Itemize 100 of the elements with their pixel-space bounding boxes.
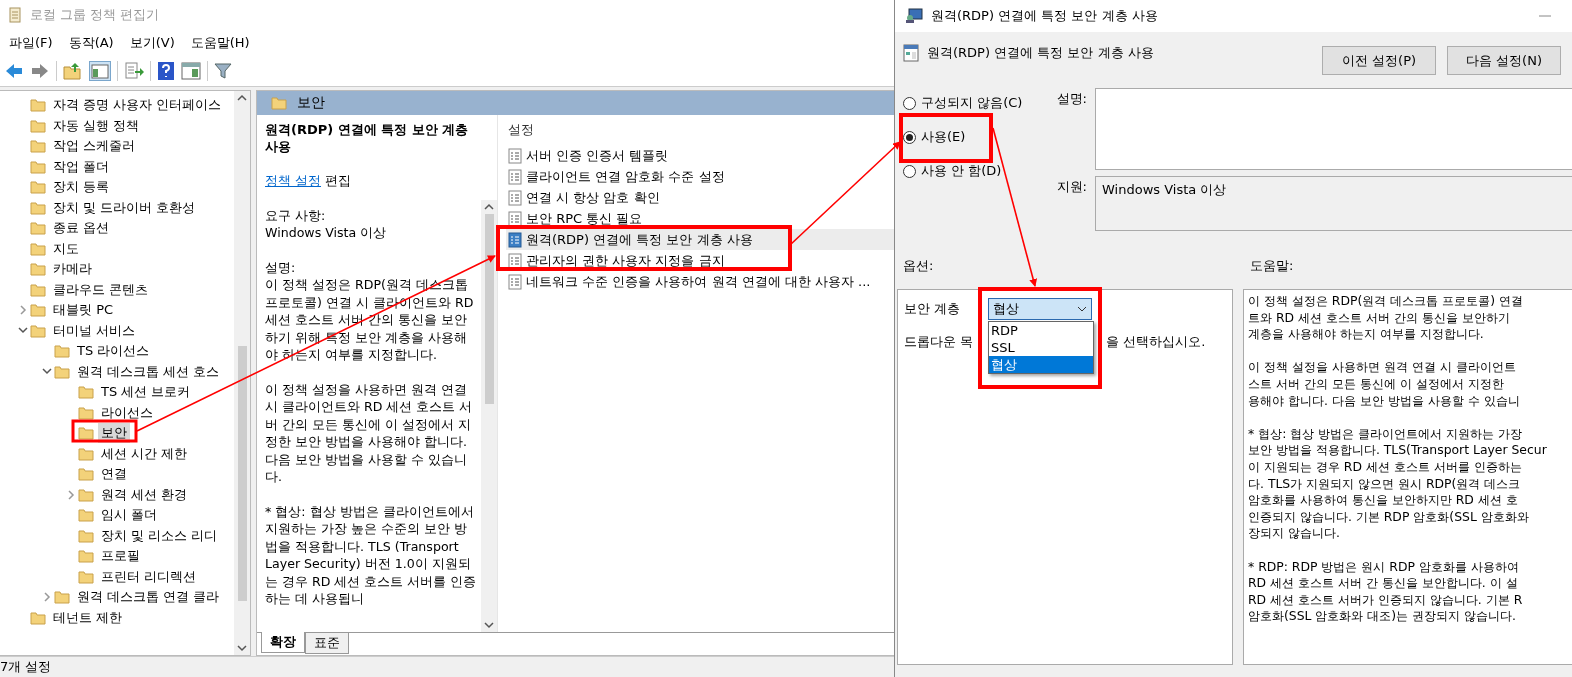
field-label: 설명: xyxy=(1055,90,1088,108)
dialog-title: 원격(RDP) 연결에 특정 보안 계층 사용 xyxy=(931,7,1159,25)
highlight-box xyxy=(71,419,138,443)
description-label: 설명: xyxy=(265,258,297,276)
tree-item[interactable]: 장치 및 드라이버 호환성 xyxy=(50,197,199,218)
view-tab[interactable]: 표준 xyxy=(305,633,349,654)
option-label: 보안 계층 xyxy=(904,300,962,318)
help-icon[interactable] xyxy=(157,61,175,81)
column-header[interactable]: 설정 xyxy=(508,121,894,139)
help-text: 이 정책 설정을 사용하면 원격 연결 시 클라이언트 xyxy=(1248,359,1517,376)
tree-item[interactable]: 자동 실행 정책 xyxy=(50,115,143,136)
radio-button[interactable] xyxy=(903,130,916,144)
tree-item[interactable]: 카메라 xyxy=(50,259,95,280)
folder-icon xyxy=(30,323,46,338)
field-label: 지원: xyxy=(1055,178,1088,196)
folder-icon xyxy=(78,508,94,523)
tree-item[interactable]: 테넌트 제한 xyxy=(50,607,126,628)
tree-item[interactable]: 프린터 리디렉션 xyxy=(98,566,200,587)
scroll-icon xyxy=(8,7,22,23)
setting-item[interactable]: 네트워크 수준 인증을 사용하여 원격 연결에 대한 사용자 ... xyxy=(506,271,894,292)
dropdown-option[interactable]: 협상 xyxy=(989,356,1093,373)
setting-item[interactable]: 원격(RDP) 연결에 특정 보안 계층 사용 xyxy=(506,229,894,250)
setting-item[interactable]: 관리자의 권한 사용자 지정을 금지 xyxy=(506,250,894,271)
tree-item[interactable]: 자격 증명 사용자 인터페이스 xyxy=(50,95,225,116)
radio-button[interactable] xyxy=(903,164,916,178)
expand-icon[interactable] xyxy=(43,592,51,603)
hint-text: 드롭다운 목 xyxy=(904,333,974,351)
tree-item[interactable]: TS 라이선스 xyxy=(74,341,153,362)
policy-title: 원격(RDP) 연결에 특정 보안 계층 사용 xyxy=(265,121,470,155)
tree-item[interactable]: 라이선스 xyxy=(98,402,156,423)
section-title: 보안 xyxy=(297,94,325,112)
folder-up-icon[interactable] xyxy=(63,62,83,80)
collapse-icon[interactable] xyxy=(18,327,28,335)
setting-label: 연결 시 항상 암호 확인 xyxy=(526,188,660,207)
expand-icon[interactable] xyxy=(67,489,75,500)
dropdown-option[interactable]: RDP xyxy=(989,322,1093,339)
filter-icon[interactable] xyxy=(214,62,232,80)
scrollbar-thumb[interactable] xyxy=(484,214,494,404)
description-text: * 협상: 협상 방법은 클라이언트에서 지원하는 가장 높은 수준의 보안 방법을 적용합니다. TLS (Transport Layer Security) 버전 1.0이 지원되는 경우 RD 세션 호스트 서버를 인증하는 데 사용됩니 xyxy=(265,502,477,608)
edit-label: 편집 xyxy=(325,173,352,188)
tree-item[interactable]: 태블릿 PC xyxy=(50,300,117,321)
collapse-icon[interactable] xyxy=(42,368,52,376)
pane-icon[interactable] xyxy=(181,62,201,80)
forward-icon[interactable] xyxy=(30,62,50,80)
tree-item[interactable]: 원격 데스크톱 세션 호스 xyxy=(74,361,223,382)
nav-button[interactable]: 이전 설정(P) xyxy=(1322,46,1436,75)
tree-item[interactable]: 장치 및 리소스 리디 xyxy=(98,525,221,546)
help-text: 인증되지 않습니다. 기본 RDP 암호화(SSL 암호화와 xyxy=(1248,508,1530,526)
tree-item[interactable]: 임시 폴더 xyxy=(98,505,161,526)
folder-icon xyxy=(30,98,46,113)
nav-button[interactable]: 다음 설정(N) xyxy=(1447,46,1561,75)
tree-item[interactable]: 세션 시간 제한 xyxy=(98,443,191,464)
folder-icon xyxy=(54,590,70,605)
tree-item[interactable]: 작업 스케줄러 xyxy=(50,136,139,157)
tree-item[interactable]: 종료 옵션 xyxy=(50,218,113,239)
setting-item[interactable]: 연결 시 항상 암호 확인 xyxy=(506,187,894,208)
tree-item[interactable]: TS 세션 브로커 xyxy=(98,382,194,403)
tree-item[interactable]: 원격 세션 환경 xyxy=(98,484,191,505)
export-icon[interactable] xyxy=(124,62,144,80)
setting-label: 보안 RPC 통신 필요 xyxy=(526,209,643,228)
tree-item[interactable]: 작업 폴더 xyxy=(50,156,113,177)
tree-item[interactable]: 원격 데스크톱 연결 클라 xyxy=(74,587,223,608)
scrollbar-thumb[interactable] xyxy=(237,346,247,601)
tree-item[interactable]: 프로필 xyxy=(98,546,143,567)
help-text: 장되지 않습니다. xyxy=(1248,525,1341,542)
tree-item[interactable]: 장치 등록 xyxy=(50,177,113,198)
menu-item[interactable]: 동작(A) xyxy=(61,32,121,54)
tree-item[interactable]: 지도 xyxy=(50,238,82,259)
setting-item[interactable]: 보안 RPC 통신 필요 xyxy=(506,208,894,229)
requirements-text: Windows Vista 이상 xyxy=(265,224,388,242)
expand-icon[interactable] xyxy=(19,305,27,316)
folder-icon xyxy=(30,282,46,297)
tree-item[interactable]: 클라우드 콘텐츠 xyxy=(50,279,152,300)
tree-item[interactable]: 연결 xyxy=(98,464,130,485)
menu-item[interactable]: 파일(F) xyxy=(2,32,60,54)
setting-label: 관리자의 권한 사용자 지정을 금지 xyxy=(526,251,725,270)
setting-item[interactable]: 서버 인증 인증서 템플릿 xyxy=(506,145,894,166)
menu-item[interactable]: 도움말(H) xyxy=(183,32,257,54)
help-text: RD 세션 호스트 서버 간 통신을 보안합니다. 이 설 xyxy=(1248,575,1519,592)
setting-icon xyxy=(508,252,522,269)
chevron-down-icon xyxy=(1077,306,1087,312)
setting-icon xyxy=(508,273,522,290)
tree-item[interactable]: 터미널 서비스 xyxy=(50,320,139,341)
comment-field[interactable] xyxy=(1095,88,1572,170)
requirements-label: 요구 사항: xyxy=(265,206,327,224)
tree-pane-icon[interactable] xyxy=(89,61,111,81)
policy-settings-link[interactable]: 정책 설정 xyxy=(265,173,321,188)
setting-item[interactable]: 클라이언트 연결 암호화 수준 설정 xyxy=(506,166,894,187)
description-text: 이 정책 설정을 사용하면 원격 연결 시 클라이언트와 RD 세션 호스트 서버 간의 모든 통신에 이 설정에서 지정한 보안 방법을 사용해야 합니다. 다음 보안 방법을 사용할 수 있습니다. xyxy=(265,380,474,486)
menu-item[interactable]: 보기(V) xyxy=(122,32,182,54)
policy-icon xyxy=(903,44,919,62)
back-icon[interactable] xyxy=(4,62,24,80)
radio-button[interactable] xyxy=(903,96,916,110)
help-text: 보안 방법을 적용합니다. TLS(Transport Layer Secur xyxy=(1248,442,1548,459)
radio-label: 사용(E) xyxy=(921,128,966,146)
view-tab[interactable]: 확장 xyxy=(261,632,305,653)
folder-icon xyxy=(78,446,94,461)
folder-icon xyxy=(30,139,46,154)
help-text: 용해야 합니다. 다음 보안 방법을 사용할 수 있습니 xyxy=(1248,392,1521,410)
dropdown-option[interactable]: SSL xyxy=(989,339,1093,356)
